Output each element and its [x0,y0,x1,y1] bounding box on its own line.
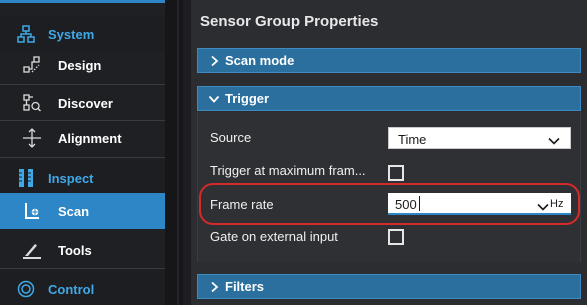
nav-section-inspect[interactable]: Inspect [0,160,165,196]
section-header-label: Scan mode [225,53,295,68]
max-frame-checkbox[interactable] [388,165,404,181]
frame-rate-highlight [199,183,580,225]
chevron-right-icon [208,54,220,67]
chevron-right-icon [208,280,220,293]
gate-checkbox[interactable] [388,229,404,245]
splitter-line [177,0,179,305]
nav-item-design[interactable]: Design [0,47,165,83]
nav-section-label: Control [48,281,95,297]
nav-section-label: Inspect [48,170,94,186]
section-header-label: Filters [225,279,265,294]
nav-item-label: Tools [58,242,92,258]
nav-item-label: Alignment [58,130,122,146]
nav-section-label: System [48,26,95,42]
scan-icon [22,201,42,221]
section-spacer [197,262,581,272]
panel-splitter[interactable] [165,0,183,305]
section-header-filters[interactable]: Filters [197,274,581,299]
left-navigation: System Design Discover Alignment Inspect… [0,0,165,305]
page-title: Sensor Group Properties [200,13,379,30]
max-frame-label: Trigger at maximum fram... [210,163,366,178]
nav-item-discover[interactable]: Discover [0,85,165,121]
nav-divider [0,157,165,158]
ruler-icon [16,168,36,188]
nav-item-tools[interactable]: Tools [0,232,165,268]
nav-item-alignment[interactable]: Alignment [0,120,165,156]
nav-item-label: Scan [58,203,90,219]
source-dropdown[interactable]: Time [388,127,571,149]
source-label: Source [210,130,252,145]
nav-item-label: Design [58,57,102,73]
nav-section-control[interactable]: Control [0,271,165,305]
section-header-scan-mode[interactable]: Scan mode [197,48,581,73]
tools-icon [22,240,42,260]
design-icon [22,55,42,75]
chevron-down-icon [548,133,560,145]
discover-icon [22,93,42,113]
alignment-icon [22,128,42,148]
section-header-trigger[interactable]: Trigger [197,86,581,111]
source-value: Time [398,132,427,147]
nav-divider [0,268,165,269]
dial-icon [16,279,36,299]
sitemap-icon [16,24,36,44]
section-header-label: Trigger [225,91,270,106]
chevron-down-icon [208,92,220,104]
nav-item-scan[interactable]: Scan [0,193,165,229]
gate-label: Gate on external input [210,229,338,244]
nav-top-accent [0,0,165,3]
nav-item-label: Discover [58,95,113,111]
